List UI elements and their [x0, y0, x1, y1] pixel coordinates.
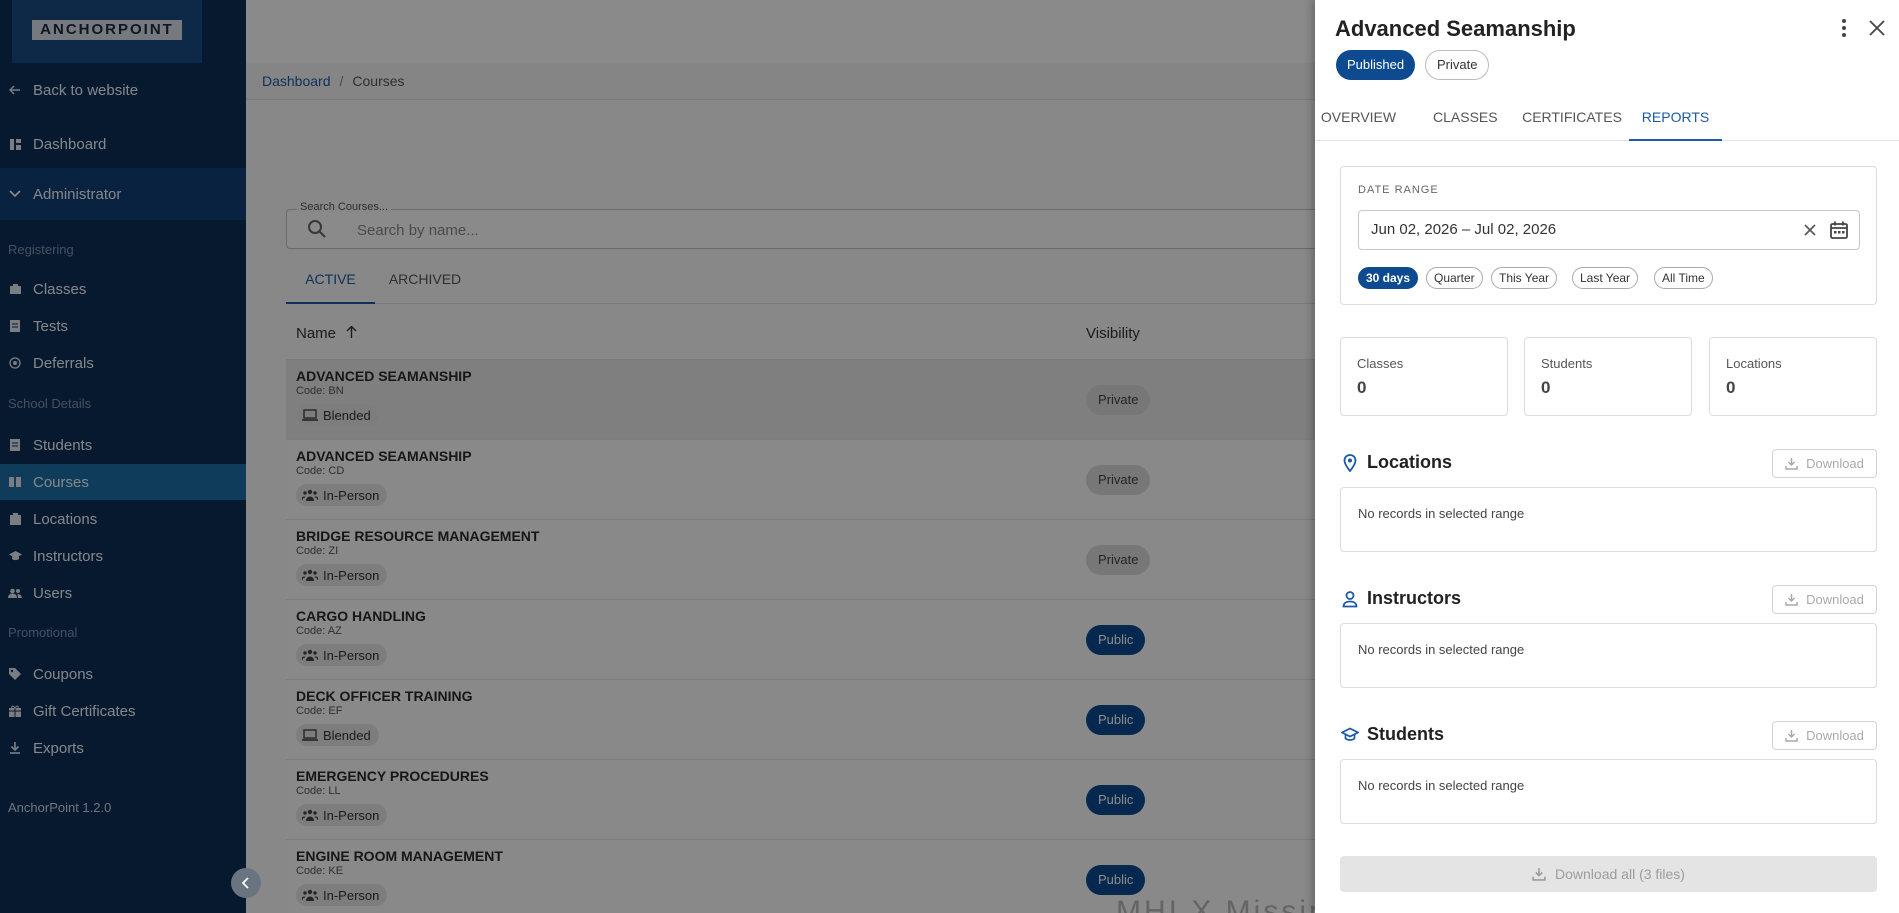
- person-icon: [1341, 590, 1359, 608]
- stat-card-students: Students 0: [1524, 337, 1692, 416]
- download-locations-button[interactable]: Download: [1772, 449, 1877, 478]
- calendar-icon[interactable]: [1829, 220, 1849, 240]
- download-students-button[interactable]: Download: [1772, 721, 1877, 750]
- stat-card-classes: Classes 0: [1340, 337, 1508, 416]
- tab-reports[interactable]: REPORTS: [1629, 94, 1722, 141]
- preset-all-time[interactable]: All Time: [1654, 267, 1713, 289]
- download-label: Download: [1806, 592, 1864, 607]
- instructors-report: No records in selected range: [1340, 623, 1877, 688]
- more-vertical-icon[interactable]: [1835, 16, 1853, 40]
- map-pin-icon: [1341, 454, 1359, 473]
- stat-value: 0: [1541, 378, 1551, 397]
- download-icon: [1785, 594, 1798, 606]
- visibility-badge: Private: [1425, 50, 1490, 80]
- download-label: Download: [1806, 728, 1864, 743]
- locations-report: No records in selected range: [1340, 487, 1877, 552]
- section-title-instructors: Instructors: [1367, 588, 1462, 608]
- date-range-label: DATE RANGE: [1358, 184, 1439, 196]
- graduation-cap-icon: [1340, 726, 1360, 744]
- clear-icon[interactable]: [1803, 223, 1817, 237]
- stat-card-locations: Locations 0: [1709, 337, 1877, 416]
- stat-label: Classes: [1357, 356, 1404, 371]
- students-report: No records in selected range: [1340, 759, 1877, 824]
- tab-certificates[interactable]: CERTIFICATES: [1522, 94, 1622, 141]
- download-all-label: Download all (3 files): [1555, 866, 1685, 882]
- drawer-title: Advanced Seamanship: [1335, 16, 1576, 41]
- stat-value: 0: [1357, 378, 1367, 397]
- stat-label: Locations: [1726, 356, 1782, 371]
- empty-state: No records in selected range: [1358, 778, 1525, 793]
- section-title-students: Students: [1367, 724, 1445, 744]
- preset-quarter[interactable]: Quarter: [1426, 267, 1483, 289]
- close-icon[interactable]: [1868, 19, 1886, 37]
- stat-label: Students: [1541, 356, 1593, 371]
- download-icon: [1785, 458, 1798, 470]
- tab-overview[interactable]: OVERVIEW: [1315, 94, 1402, 141]
- tab-classes[interactable]: CLASSES: [1433, 94, 1498, 141]
- download-icon: [1532, 868, 1546, 881]
- preset-last-year[interactable]: Last Year: [1572, 267, 1639, 289]
- chevron-left-icon: [242, 877, 249, 889]
- download-all-button[interactable]: Download all (3 files): [1340, 856, 1877, 892]
- download-label: Download: [1806, 456, 1864, 471]
- empty-state: No records in selected range: [1358, 506, 1525, 521]
- preset-this-year[interactable]: This Year: [1491, 267, 1558, 289]
- status-badge: Published: [1336, 50, 1416, 80]
- empty-state: No records in selected range: [1358, 642, 1525, 657]
- download-instructors-button[interactable]: Download: [1772, 585, 1877, 614]
- download-icon: [1785, 730, 1798, 742]
- date-range-card: DATE RANGE Jun 02, 2026 – Jul 02, 2026 3…: [1340, 166, 1877, 305]
- date-range-field[interactable]: Jun 02, 2026 – Jul 02, 2026: [1358, 210, 1860, 250]
- section-title-locations: Locations: [1367, 452, 1453, 472]
- collapse-sidebar-button[interactable]: [231, 868, 261, 898]
- modal-backdrop[interactable]: [0, 0, 1315, 913]
- date-range-value: Jun 02, 2026 – Jul 02, 2026: [1371, 221, 1557, 238]
- preset-30-days[interactable]: 30 days: [1358, 267, 1419, 289]
- stat-value: 0: [1726, 378, 1736, 397]
- drawer-tabs: OVERVIEW CLASSES CERTIFICATES REPORTS: [1315, 94, 1899, 141]
